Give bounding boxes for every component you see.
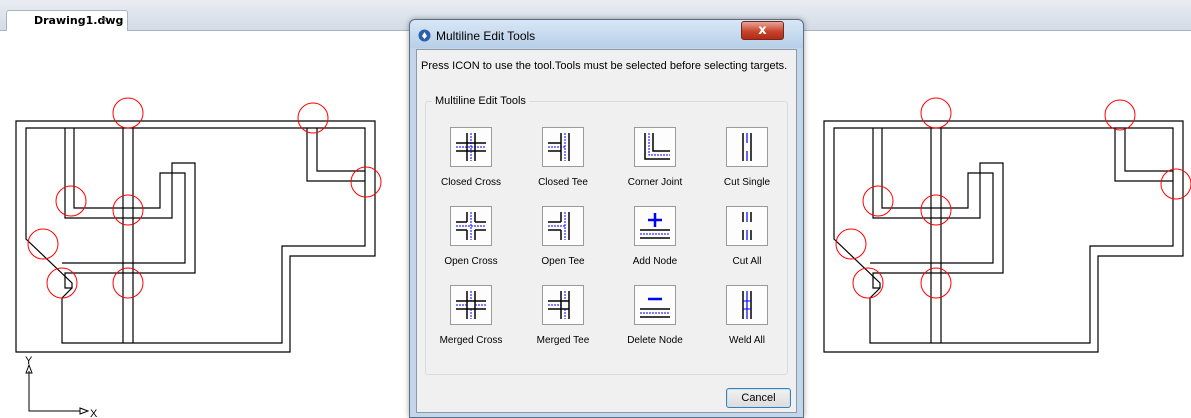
tool-label: Merged Cross [439, 335, 503, 346]
merged-cross-icon [456, 291, 486, 319]
tool-open-tee: Open Tee [518, 206, 608, 286]
closed-tee-button[interactable] [542, 127, 584, 167]
cancel-button[interactable]: Cancel [726, 388, 791, 408]
app-logo-icon [418, 29, 431, 42]
open-cross-icon [456, 212, 486, 240]
tool-label: Closed Tee [538, 177, 588, 188]
corner-joint-button[interactable] [634, 127, 676, 167]
open-cross-button[interactable] [450, 206, 492, 246]
tool-label: Corner Joint [627, 177, 683, 188]
tools-group-box: Multiline Edit Tools Closed Cross Closed… [425, 95, 788, 375]
weld-all-button[interactable] [726, 285, 768, 325]
closed-tee-icon [548, 133, 570, 161]
tool-merged-tee: Merged Tee [518, 285, 608, 365]
dialog-title: Multiline Edit Tools [436, 29, 536, 43]
document-tab[interactable]: Drawing1.dwg × [6, 10, 128, 31]
cut-all-icon [742, 212, 752, 240]
tool-merged-cross: Merged Cross [426, 285, 516, 365]
cut-all-button[interactable] [726, 206, 768, 246]
tool-label: Cut All [732, 256, 762, 267]
tool-closed-tee: Closed Tee [518, 127, 608, 207]
close-icon: x [758, 23, 767, 38]
multiline-edit-tools-dialog: Multiline Edit Tools x Press ICON to use… [409, 19, 804, 418]
tool-label: Closed Cross [440, 177, 502, 188]
multiline-drawing-right [823, 120, 1184, 353]
closed-cross-button[interactable] [450, 127, 492, 167]
tool-label: Open Cross [444, 256, 498, 267]
tool-open-cross: Open Cross [426, 206, 516, 286]
document-tab-title: Drawing1.dwg [34, 14, 124, 27]
add-node-icon [640, 213, 670, 239]
delete-node-icon [640, 297, 670, 318]
tool-cut-single: Cut Single [702, 127, 792, 207]
merged-tee-button[interactable] [542, 285, 584, 325]
dialog-titlebar[interactable]: Multiline Edit Tools x [410, 20, 803, 48]
tool-add-node: Add Node [610, 206, 700, 286]
tool-weld-all: Weld All [702, 285, 792, 365]
tool-label: Weld All [729, 335, 765, 346]
open-tee-icon [548, 212, 570, 240]
cut-single-icon [742, 133, 752, 161]
multiline-drawing-left [15, 120, 376, 353]
instruction-text: Press ICON to use the tool.Tools must be… [421, 60, 788, 72]
tab-close-icon[interactable]: × [101, 14, 107, 26]
tool-label: Delete Node [627, 335, 683, 346]
dialog-body: Press ICON to use the tool.Tools must be… [416, 49, 797, 413]
axis-y-label: Y [25, 355, 33, 367]
tool-corner-joint: Corner Joint [610, 127, 700, 207]
tool-label: Cut Single [723, 177, 771, 188]
close-button[interactable]: x [741, 21, 784, 40]
tool-cut-all: Cut All [702, 206, 792, 286]
tool-closed-cross: Closed Cross [426, 127, 516, 207]
merged-tee-icon [548, 291, 570, 319]
delete-node-button[interactable] [634, 285, 676, 325]
group-title: Multiline Edit Tools [432, 95, 529, 107]
tool-label: Add Node [632, 256, 678, 267]
corner-joint-icon [644, 133, 670, 160]
closed-cross-icon [456, 133, 486, 161]
tool-delete-node: Delete Node [610, 285, 700, 365]
tool-label: Open Tee [541, 256, 585, 267]
axis-x-label: X [90, 408, 98, 418]
cut-single-button[interactable] [726, 127, 768, 167]
ucs-axis-icon [25, 363, 90, 415]
open-tee-button[interactable] [542, 206, 584, 246]
tool-label: Merged Tee [536, 335, 590, 346]
weld-all-icon [742, 291, 752, 319]
add-node-button[interactable] [634, 206, 676, 246]
merged-cross-button[interactable] [450, 285, 492, 325]
